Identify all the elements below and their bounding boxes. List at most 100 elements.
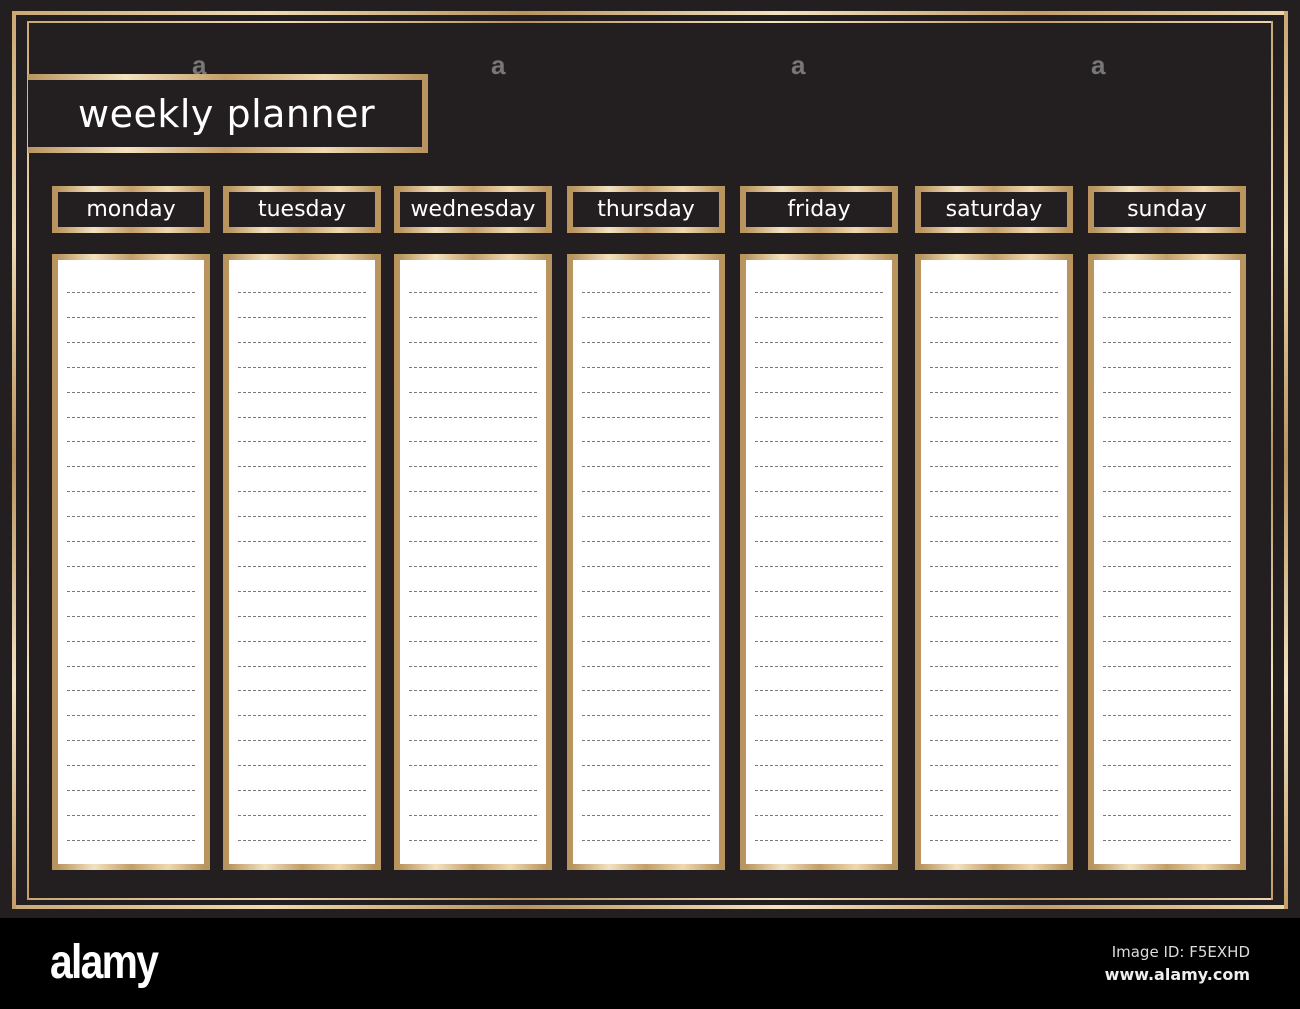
note-line[interactable]	[755, 416, 883, 418]
note-line[interactable]	[409, 565, 537, 567]
note-line[interactable]	[238, 715, 366, 717]
note-line[interactable]	[930, 316, 1058, 318]
day-notes-thursday[interactable]	[567, 254, 725, 870]
note-line[interactable]	[582, 615, 710, 617]
note-line[interactable]	[1103, 615, 1231, 617]
note-line[interactable]	[930, 292, 1058, 293]
note-line[interactable]	[409, 366, 537, 368]
note-line[interactable]	[930, 715, 1058, 717]
note-line[interactable]	[409, 391, 537, 393]
note-line[interactable]	[238, 565, 366, 567]
note-line[interactable]	[67, 690, 195, 692]
note-line[interactable]	[1103, 516, 1231, 518]
note-line[interactable]	[409, 516, 537, 518]
note-line[interactable]	[67, 391, 195, 393]
note-line[interactable]	[930, 814, 1058, 816]
note-line[interactable]	[409, 590, 537, 592]
note-line[interactable]	[238, 615, 366, 617]
note-line[interactable]	[67, 541, 195, 542]
note-line[interactable]	[930, 516, 1058, 518]
note-line[interactable]	[582, 640, 710, 642]
note-line[interactable]	[582, 316, 710, 318]
note-line[interactable]	[238, 790, 366, 791]
note-line[interactable]	[238, 391, 366, 393]
note-line[interactable]	[67, 740, 195, 742]
note-line[interactable]	[582, 416, 710, 418]
day-notes-tuesday[interactable]	[223, 254, 381, 870]
note-line[interactable]	[582, 715, 710, 717]
note-line[interactable]	[930, 491, 1058, 493]
note-line[interactable]	[67, 839, 195, 841]
note-line[interactable]	[755, 541, 883, 542]
note-line[interactable]	[755, 491, 883, 493]
note-line[interactable]	[582, 516, 710, 518]
note-line[interactable]	[67, 814, 195, 816]
note-line[interactable]	[238, 292, 366, 293]
note-line[interactable]	[755, 665, 883, 667]
note-line[interactable]	[930, 565, 1058, 567]
note-line[interactable]	[930, 665, 1058, 667]
note-line[interactable]	[238, 416, 366, 418]
note-line[interactable]	[409, 316, 537, 318]
note-line[interactable]	[409, 765, 537, 767]
note-line[interactable]	[1103, 491, 1231, 493]
note-line[interactable]	[930, 391, 1058, 393]
note-line[interactable]	[67, 316, 195, 318]
note-line[interactable]	[409, 441, 537, 443]
note-line[interactable]	[67, 715, 195, 717]
note-line[interactable]	[582, 366, 710, 368]
note-line[interactable]	[409, 416, 537, 418]
note-line[interactable]	[67, 790, 195, 791]
note-line[interactable]	[582, 590, 710, 592]
note-line[interactable]	[238, 366, 366, 368]
note-line[interactable]	[1103, 466, 1231, 468]
note-line[interactable]	[1103, 665, 1231, 667]
note-line[interactable]	[1103, 590, 1231, 592]
note-line[interactable]	[409, 839, 537, 841]
day-notes-sunday[interactable]	[1088, 254, 1246, 870]
day-notes-friday[interactable]	[740, 254, 898, 870]
note-line[interactable]	[67, 565, 195, 567]
note-line[interactable]	[930, 341, 1058, 343]
note-line[interactable]	[755, 790, 883, 791]
note-line[interactable]	[1103, 715, 1231, 717]
note-line[interactable]	[409, 790, 537, 791]
note-line[interactable]	[582, 665, 710, 667]
note-line[interactable]	[755, 292, 883, 293]
note-line[interactable]	[1103, 565, 1231, 567]
note-line[interactable]	[930, 416, 1058, 418]
note-line[interactable]	[755, 615, 883, 617]
note-line[interactable]	[755, 640, 883, 642]
note-line[interactable]	[582, 491, 710, 493]
note-line[interactable]	[67, 466, 195, 468]
note-line[interactable]	[1103, 690, 1231, 692]
note-line[interactable]	[582, 839, 710, 841]
note-line[interactable]	[582, 441, 710, 443]
note-line[interactable]	[67, 640, 195, 642]
note-line[interactable]	[238, 341, 366, 343]
note-line[interactable]	[238, 740, 366, 742]
note-line[interactable]	[1103, 765, 1231, 767]
note-line[interactable]	[930, 690, 1058, 692]
note-line[interactable]	[755, 366, 883, 368]
note-line[interactable]	[67, 416, 195, 418]
note-line[interactable]	[755, 765, 883, 767]
note-line[interactable]	[1103, 416, 1231, 418]
note-line[interactable]	[238, 640, 366, 642]
note-line[interactable]	[1103, 790, 1231, 791]
note-line[interactable]	[930, 839, 1058, 841]
note-line[interactable]	[67, 765, 195, 767]
note-line[interactable]	[755, 814, 883, 816]
note-line[interactable]	[409, 491, 537, 493]
note-line[interactable]	[409, 740, 537, 742]
note-line[interactable]	[409, 715, 537, 717]
note-line[interactable]	[67, 615, 195, 617]
note-line[interactable]	[930, 640, 1058, 642]
note-line[interactable]	[930, 740, 1058, 742]
note-line[interactable]	[67, 665, 195, 667]
note-line[interactable]	[409, 541, 537, 542]
note-line[interactable]	[1103, 366, 1231, 368]
note-line[interactable]	[67, 590, 195, 592]
note-line[interactable]	[930, 790, 1058, 791]
note-line[interactable]	[755, 565, 883, 567]
